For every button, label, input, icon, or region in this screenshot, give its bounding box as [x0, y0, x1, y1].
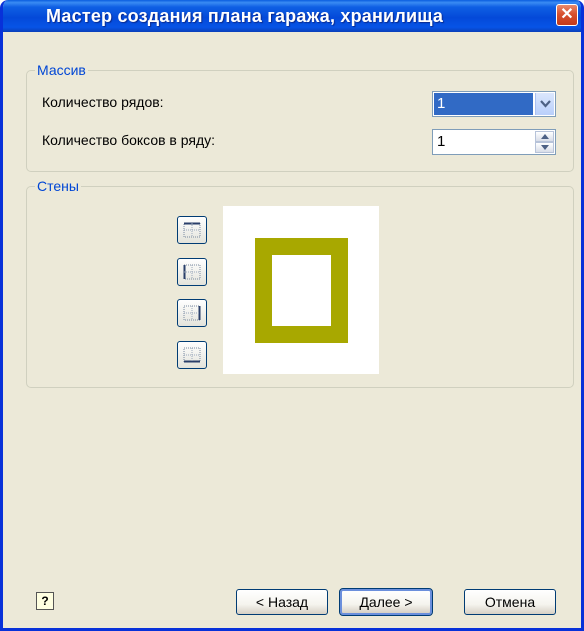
- array-groupbox: Массив: [26, 62, 574, 172]
- rows-count-dropdown[interactable]: 1: [432, 91, 556, 117]
- window-title: Мастер создания плана гаража, хранилища: [46, 6, 444, 26]
- wall-bottom-button[interactable]: [177, 341, 207, 369]
- boxes-per-row-label: Количество боксов в ряду:: [42, 132, 216, 148]
- chevron-down-icon: [539, 100, 551, 108]
- help-icon[interactable]: ?: [36, 592, 54, 610]
- close-button[interactable]: ✕: [556, 4, 578, 26]
- wizard-window: Мастер создания плана гаража, хранилища …: [0, 0, 584, 631]
- rows-count-label: Количество рядов:: [42, 94, 164, 110]
- wall-right-icon: [183, 305, 201, 321]
- next-button-label: Далее >: [359, 594, 413, 610]
- wall-left-icon: [183, 264, 201, 280]
- wall-top-icon: [183, 222, 201, 238]
- walls-group-legend: Стены: [35, 178, 81, 194]
- wall-right-button[interactable]: [177, 299, 207, 327]
- back-button-label: < Назад: [255, 594, 309, 610]
- arrow-down-icon: [540, 145, 549, 150]
- close-icon: ✕: [560, 6, 574, 23]
- garage-box-preview: [255, 238, 348, 343]
- boxes-per-row-spinner[interactable]: 1: [432, 129, 556, 155]
- cancel-button-label: Отмена: [484, 594, 536, 610]
- wall-top-button[interactable]: [177, 216, 207, 244]
- next-button[interactable]: Далее >: [339, 588, 433, 616]
- boxes-per-row-value[interactable]: 1: [437, 130, 445, 154]
- spin-down-button[interactable]: [535, 142, 554, 153]
- rows-count-value: 1: [434, 93, 533, 115]
- dropdown-arrow-button[interactable]: [535, 93, 554, 115]
- wall-bottom-icon: [183, 347, 201, 363]
- spin-up-button[interactable]: [535, 131, 554, 142]
- walls-preview: [223, 206, 379, 374]
- array-group-legend: Массив: [35, 62, 88, 78]
- back-button[interactable]: < Назад: [236, 589, 328, 615]
- wall-left-button[interactable]: [177, 258, 207, 286]
- arrow-up-icon: [540, 134, 549, 139]
- cancel-button[interactable]: Отмена: [464, 589, 556, 615]
- title-bar[interactable]: Мастер создания плана гаража, хранилища …: [3, 0, 581, 32]
